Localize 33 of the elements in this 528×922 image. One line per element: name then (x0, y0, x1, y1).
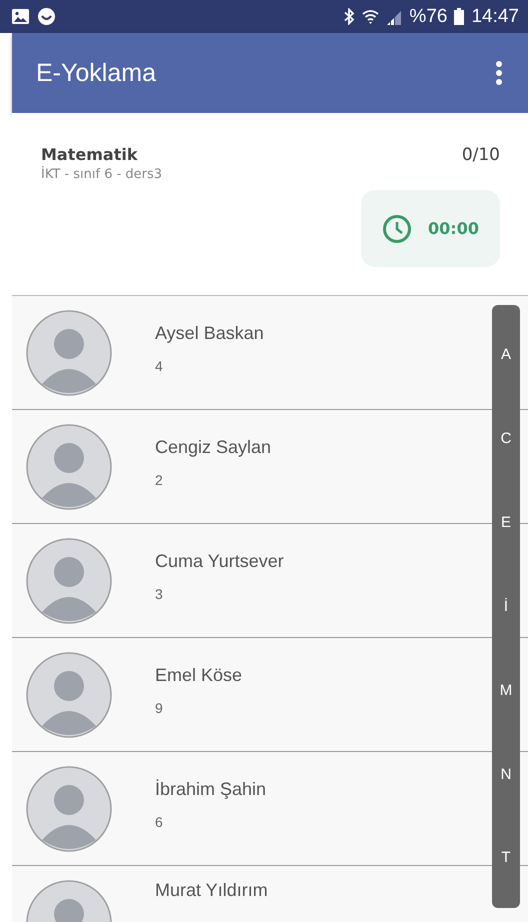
index-letter[interactable]: İ (504, 598, 508, 615)
clock-icon (382, 214, 412, 244)
student-number: 4 (155, 358, 164, 374)
timer-button[interactable]: 00:00 (361, 190, 500, 267)
clock-time: 14:47 (471, 6, 519, 28)
student-number: 2 (155, 472, 164, 488)
student-name: Murat Yıldırım (155, 880, 268, 901)
image-icon (12, 9, 29, 24)
alphabet-index-bar[interactable]: A C E İ M N T (492, 305, 520, 908)
lesson-details: İKT - sınıf 6 - ders3 (41, 167, 164, 182)
battery-percent: %76 (409, 6, 448, 28)
battery-icon (454, 8, 464, 25)
index-letter[interactable]: C (500, 430, 512, 448)
signal-icon (386, 8, 402, 24)
wifi-icon (362, 8, 380, 24)
app-title: E-Yoklama (36, 58, 156, 88)
student-number: 3 (155, 586, 164, 602)
index-letter[interactable]: M (500, 682, 512, 699)
student-name: Aysel Baskan (155, 323, 264, 344)
student-name: Cuma Yurtsever (155, 551, 284, 572)
index-letter[interactable]: N (500, 766, 512, 783)
smiley-icon (38, 8, 55, 25)
bluetooth-icon (344, 8, 356, 25)
student-name: Emel Köse (155, 665, 242, 686)
more-options-icon[interactable] (495, 60, 503, 86)
student-number: 9 (155, 700, 164, 716)
index-letter[interactable]: T (501, 849, 511, 866)
student-number: 6 (155, 814, 164, 830)
student-name: İbrahim Şahin (155, 779, 266, 800)
student-name: Cengiz Saylan (155, 437, 272, 458)
attendance-count: 0/10 (462, 145, 500, 165)
index-letter[interactable]: A (500, 346, 511, 364)
lesson-name: Matematik (41, 145, 138, 164)
